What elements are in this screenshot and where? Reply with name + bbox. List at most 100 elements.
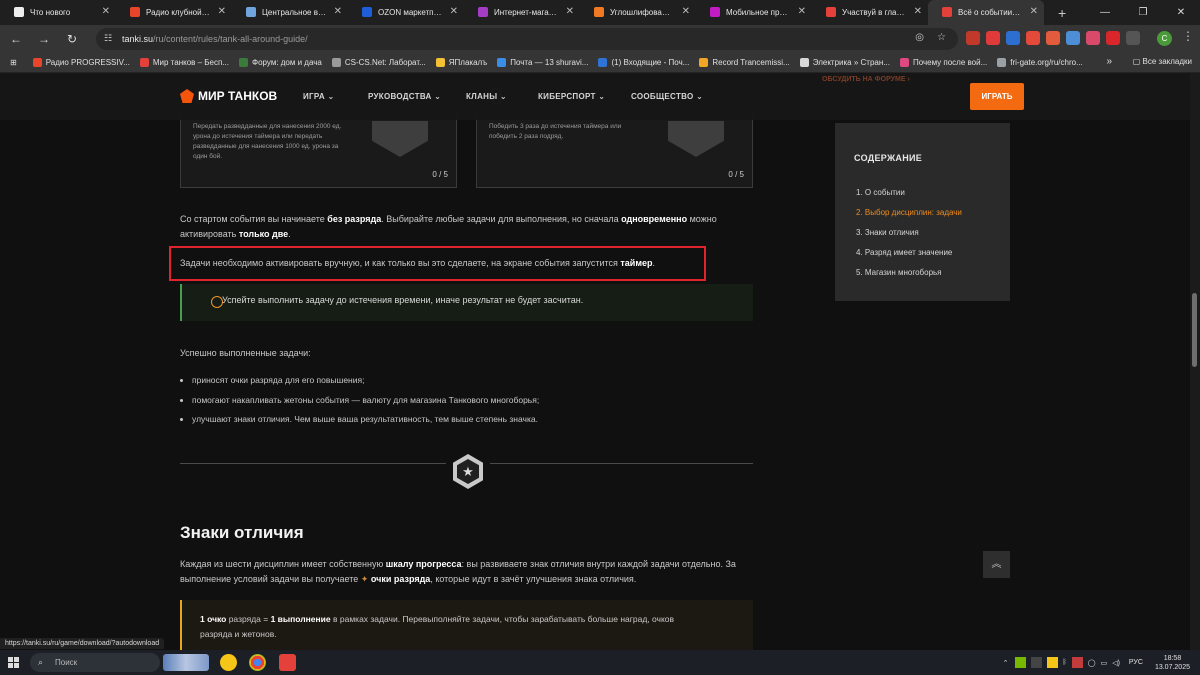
scroll-to-top-button[interactable]: ︽ [983,551,1010,578]
close-tab-icon[interactable]: ✕ [682,6,690,17]
address-bar[interactable]: ☷ tanki.su/ru/content/rules/tank-all-aro… [96,28,958,50]
bookmark-item[interactable]: Электрика » Стран... [799,58,890,67]
all-bookmarks-label: Все закладки [1142,57,1192,66]
bookmark-item[interactable]: Мир танков – Бесп... [139,58,229,67]
scrollbar-thumb[interactable] [1192,293,1197,367]
nvidia-icon[interactable] [1014,657,1026,668]
chevron-down-icon: ⌄ [598,92,606,101]
taskbar-clock[interactable]: 18:58 13.07.2025 [1155,654,1190,672]
browser-tab[interactable]: Радио клубной музыки ✕ [116,0,232,25]
tray-app-icon[interactable] [1046,657,1058,668]
browser-tab[interactable]: Мобильное прилож ✕ [696,0,812,25]
taskbar-search[interactable]: ⌕ Поиск [30,653,160,672]
bookmark-label: ЯПлакалъ [448,58,488,67]
play-button[interactable]: ИГРАТЬ [970,83,1024,110]
bookmark-item[interactable]: Форум: дом и дача [239,58,322,67]
forum-link[interactable]: ОБСУДИТЬ НА ФОРУМЕ › [822,76,910,83]
extension-icon[interactable] [986,31,1000,45]
browser-tab[interactable]: Углошлифовальные ✕ [580,0,696,25]
bookmark-item[interactable]: Почта — 13 shuravi... [497,58,588,67]
apps-grid-icon[interactable]: ⊞ [10,58,17,67]
back-icon[interactable]: ← [4,32,28,46]
input-language[interactable]: РУС [1129,659,1143,666]
close-tab-icon[interactable]: ✕ [566,6,574,17]
close-tab-icon[interactable]: ✕ [914,6,922,17]
more-bookmarks-icon[interactable]: » [1106,56,1112,67]
minimize-icon[interactable]: — [1086,7,1124,18]
all-bookmarks-button[interactable]: ▢ Все закладки [1133,57,1192,66]
extension-icon[interactable] [1066,31,1080,45]
toc-item[interactable]: 4. Разряд имеет значение [856,248,952,257]
nav-game[interactable]: ИГРА ⌄ [303,92,334,101]
bookmark-item[interactable]: Почему после вой... [899,58,987,67]
extension-icon[interactable] [966,31,980,45]
logo-emblem-icon [180,89,194,103]
bookmark-item[interactable]: ЯПлакалъ [435,58,488,67]
browser-tab[interactable]: Участвуй в главном ✕ [812,0,928,25]
profile-avatar[interactable]: C [1157,31,1172,46]
extension-icon[interactable] [1086,31,1100,45]
task-card[interactable]: 0 Передать разведданные для нанесения 20… [180,81,457,188]
toc-item[interactable]: 1. О событии [856,188,905,197]
new-tab-icon[interactable]: + [1058,5,1066,21]
maximize-icon[interactable]: ❐ [1124,7,1162,18]
windows-start-icon[interactable] [8,657,19,668]
extension-icon[interactable] [1046,31,1060,45]
bluetooth-icon[interactable]: ᛒ [1063,659,1067,666]
extension-icon[interactable] [1006,31,1020,45]
toc-item[interactable]: 3. Знаки отличия [856,228,919,237]
bookmark-item[interactable]: Record Trancemissi... [699,58,790,67]
task-card[interactable]: 0 Победить 3 раза до истечения таймера и… [476,81,753,188]
network-icon[interactable]: ▭ [1101,659,1108,667]
nav-esports[interactable]: КИБЕРСПОРТ ⌄ [538,92,605,101]
chrome-icon[interactable] [249,654,266,671]
bookmark-star-icon[interactable]: ☆ [937,32,946,43]
bookmark-item[interactable]: Радио PROGRESSIV... [32,58,130,67]
search-highlight-image[interactable] [163,654,209,671]
eye-off-icon[interactable]: ◎ [915,32,924,43]
window-controls: — ❐ ✕ [1086,0,1200,25]
close-tab-icon[interactable]: ✕ [218,6,226,17]
extension-icon[interactable] [1106,31,1120,45]
browser-tab-active[interactable]: Всё о событии «Танк ✕ [928,0,1044,25]
close-tab-icon[interactable]: ✕ [798,6,806,17]
kebab-menu-icon[interactable]: ⋮ [1182,29,1194,43]
nav-guides[interactable]: РУКОВОДСТВА ⌄ [368,92,441,101]
tab-title: Интернет-магазин W [494,8,558,17]
tray-expand-icon[interactable]: ⌃ [1003,659,1009,667]
list-item-text: приносят очки разряда для его повышения; [192,375,365,385]
reload-icon[interactable]: ↻ [60,32,84,46]
page-scrollbar[interactable] [1190,73,1200,650]
browser-tab[interactable]: Центральное выключение ✕ [232,0,348,25]
forward-icon[interactable]: → [32,32,56,46]
toc-item[interactable]: 5. Магазин многоборья [856,268,942,277]
browser-tab[interactable]: Что нового ✕ [0,0,116,25]
tray-app-icon[interactable]: ◯ [1088,659,1096,667]
close-tab-icon[interactable]: ✕ [102,6,110,17]
close-tab-icon[interactable]: ✕ [1030,6,1038,17]
text: : вы развиваете знак отличия внутри кажд… [461,559,736,569]
bookmark-item[interactable]: CS-CS.Net: Лаборат... [331,58,426,67]
site-logo[interactable]: МИР ТАНКОВ [180,89,277,103]
close-tab-icon[interactable]: ✕ [334,6,342,17]
app-icon[interactable] [220,654,237,671]
task-shield-icon [668,121,724,157]
extensions-puzzle-icon[interactable] [1126,31,1140,45]
extension-icon[interactable] [1026,31,1040,45]
toc-item-active[interactable]: 2. Выбор дисциплин: задачи [856,208,962,217]
tray-app-icon[interactable] [1071,657,1083,668]
close-window-icon[interactable]: ✕ [1162,7,1200,18]
tray-app-icon[interactable] [1030,657,1042,668]
browser-tab[interactable]: OZON маркетплейс ✕ [348,0,464,25]
close-tab-icon[interactable]: ✕ [450,6,458,17]
bookmark-favicon-icon [699,58,709,67]
game-launcher-icon[interactable] [279,654,296,671]
browser-tab[interactable]: Интернет-магазин W ✕ [464,0,580,25]
nav-community[interactable]: СООБЩЕСТВО ⌄ [631,92,703,101]
nav-clans[interactable]: КЛАНЫ ⌄ [466,92,507,101]
site-info-icon[interactable]: ☷ [104,33,112,44]
bookmark-item[interactable]: fri-gate.org/ru/chro... [997,58,1083,67]
bookmark-favicon-icon [139,58,149,67]
bookmark-item[interactable]: (1) Входящие - Поч... [598,58,689,67]
volume-icon[interactable]: ◁) [1112,659,1120,667]
